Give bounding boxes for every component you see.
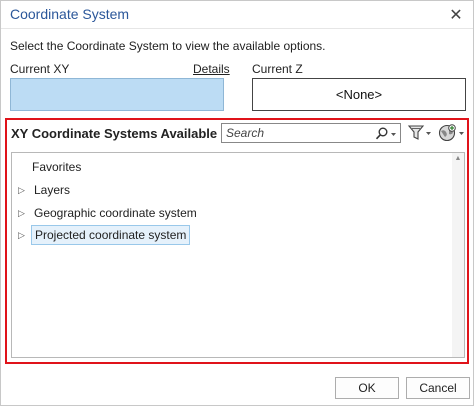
triangle-right-icon[interactable]: ▷: [18, 230, 28, 241]
dialog-title: Coordinate System: [10, 6, 130, 22]
current-xy-field[interactable]: [10, 78, 224, 111]
search-box[interactable]: [221, 123, 401, 143]
filter-button[interactable]: [407, 124, 433, 142]
current-xy-label: Current XY: [10, 62, 70, 76]
coordinate-system-tree[interactable]: Favorites ▷ Layers ▷ Geographic coordina…: [11, 152, 465, 358]
globe-icon: [438, 124, 464, 142]
triangle-right-icon[interactable]: ▷: [18, 185, 28, 196]
tree-item-favorites[interactable]: Favorites: [29, 157, 84, 177]
close-button[interactable]: ✕: [445, 4, 467, 26]
vertical-scrollbar[interactable]: ▲: [452, 153, 464, 357]
current-z-label: Current Z: [252, 62, 303, 76]
add-coordinate-system-button[interactable]: [437, 123, 465, 143]
cancel-button[interactable]: Cancel: [406, 377, 470, 399]
tree-item-geographic[interactable]: ▷ Geographic coordinate system: [18, 203, 200, 223]
tree-item-projected[interactable]: ▷ Projected coordinate system: [18, 225, 191, 245]
filter-icon: [407, 125, 431, 140]
triangle-right-icon[interactable]: ▷: [18, 208, 28, 219]
scroll-up-arrow-icon[interactable]: ▲: [454, 155, 462, 163]
tree-item-label: Layers: [34, 183, 71, 197]
details-link[interactable]: Details: [193, 62, 230, 76]
ok-button[interactable]: OK: [335, 377, 399, 399]
tree-item-layers[interactable]: ▷ Layers: [18, 180, 73, 200]
title-bar: Coordinate System ✕: [1, 1, 473, 29]
current-z-field[interactable]: <None>: [252, 78, 466, 111]
current-z-value: <None>: [335, 87, 383, 102]
coordinate-system-dialog: Coordinate System ✕ Select the Coordinat…: [0, 0, 474, 406]
tree-item-label: Favorites: [32, 160, 82, 174]
search-input[interactable]: [222, 124, 372, 142]
close-icon: ✕: [449, 7, 463, 24]
panel-title: XY Coordinate Systems Available: [11, 126, 218, 141]
tree-item-label: Projected coordinate system: [31, 225, 191, 245]
instruction-text: Select the Coordinate System to view the…: [10, 39, 326, 53]
tree-item-label: Geographic coordinate system: [34, 206, 197, 220]
search-icon[interactable]: [367, 125, 397, 142]
xy-systems-panel: XY Coordinate Systems Available Search F…: [5, 118, 469, 364]
